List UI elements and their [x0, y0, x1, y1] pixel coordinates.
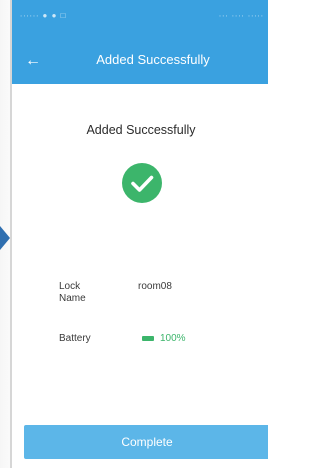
lock-name-value: room08 — [138, 281, 172, 292]
pointer-arrow-icon — [0, 226, 10, 250]
lock-name-label: Lock Name — [59, 281, 86, 304]
status-bar: ∙∙∙∙∙∙ ● ● □ ∙∙∙ ∙∙∙∙ ∙∙∙∙∙ — [12, 0, 268, 38]
status-left-icons: ∙∙∙∙∙∙ ● ● □ — [20, 11, 67, 20]
page-title: Added Successfully — [96, 52, 210, 67]
success-headline: Added Successfully — [86, 123, 196, 137]
success-check-icon — [122, 163, 162, 203]
phone-screen: ∙∙∙∙∙∙ ● ● □ ∙∙∙ ∙∙∙∙ ∙∙∙∙∙ ← Added Succ… — [10, 0, 268, 468]
battery-value: 100% — [160, 333, 186, 344]
status-right-icons: ∙∙∙ ∙∙∙∙ ∙∙∙∙∙ — [218, 11, 264, 20]
battery-icon — [142, 336, 154, 341]
back-button[interactable]: ← — [18, 46, 48, 76]
battery-label: Battery — [59, 333, 91, 344]
back-arrow-icon: ← — [25, 52, 41, 69]
nav-bar: ← Added Successfully — [12, 38, 268, 84]
complete-button[interactable]: Complete — [24, 425, 268, 459]
